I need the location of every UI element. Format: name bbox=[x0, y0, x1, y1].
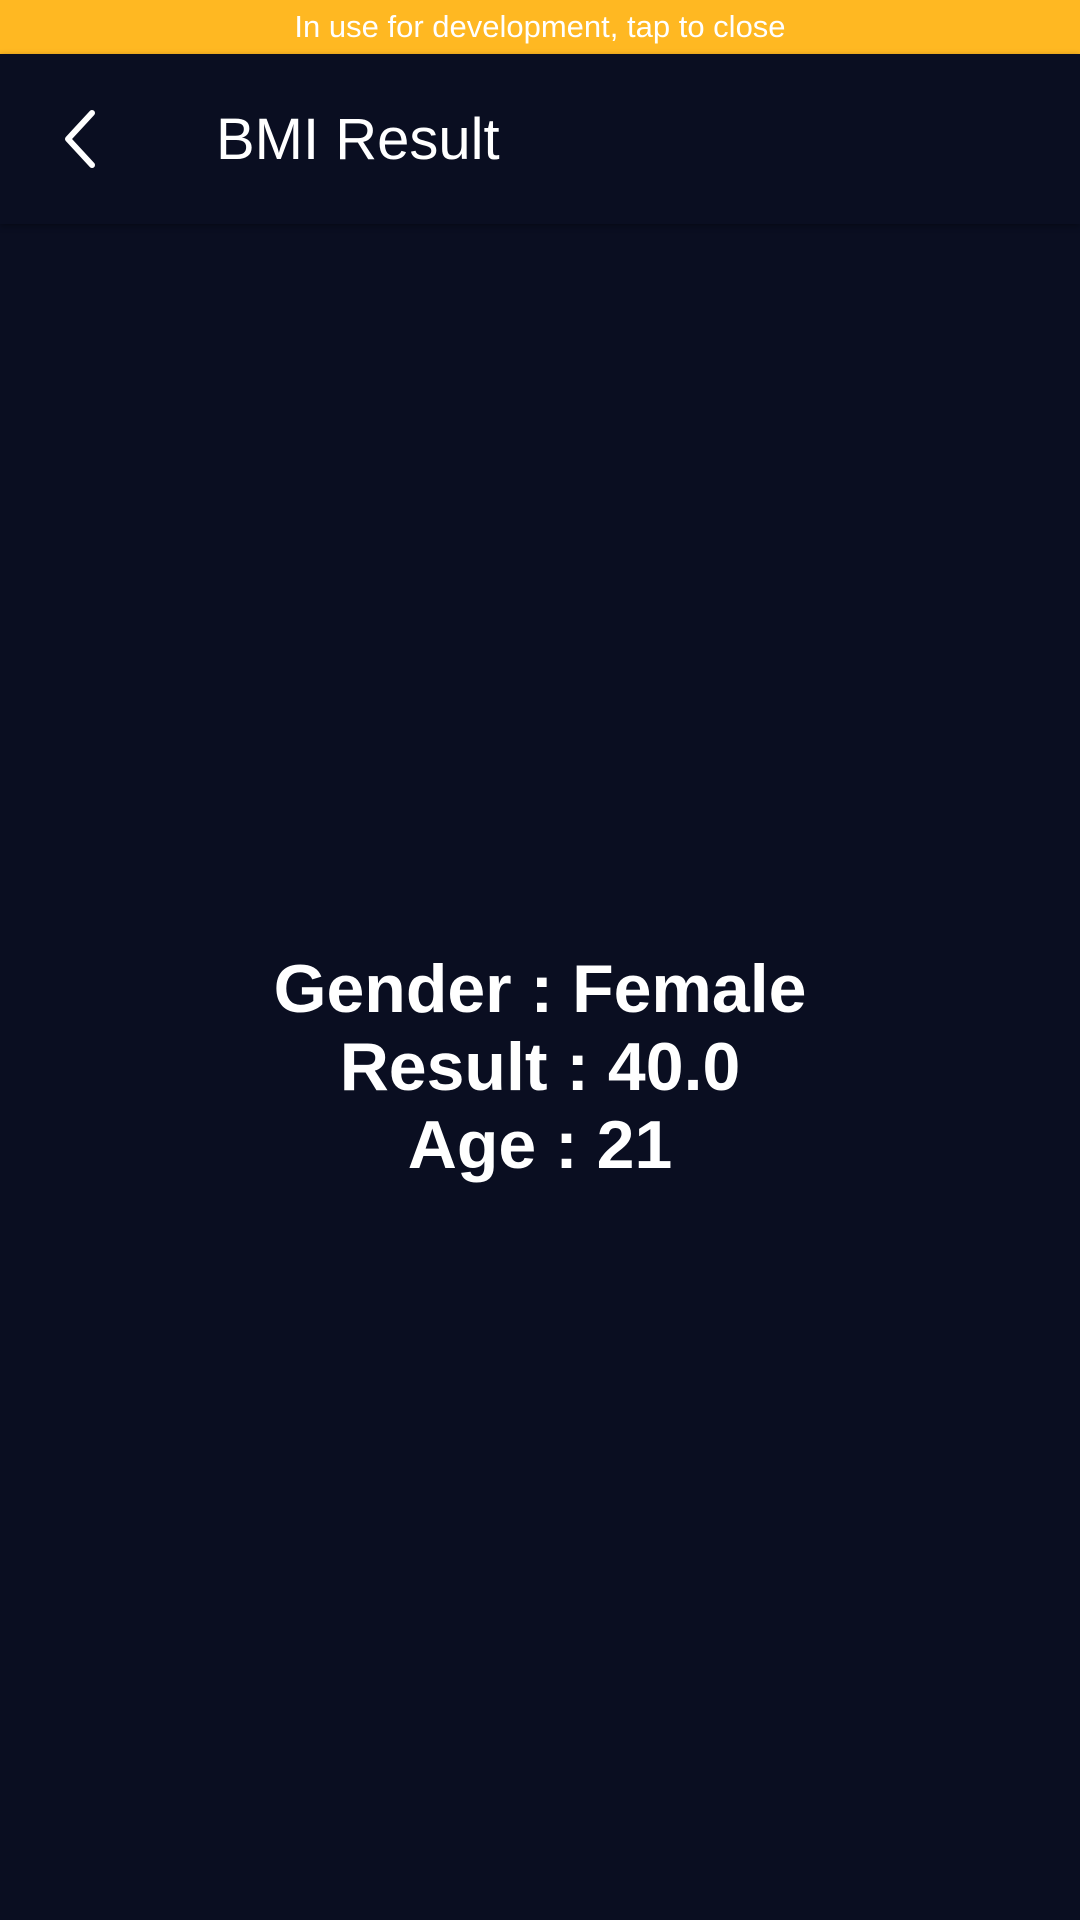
age-text: Age : 21 bbox=[407, 1107, 673, 1183]
bmi-result-summary: Gender : Female Result : 40.0 Age : 21 bbox=[0, 950, 1080, 1184]
chevron-left-icon bbox=[65, 110, 95, 168]
development-banner[interactable]: In use for development, tap to close bbox=[0, 0, 1080, 54]
back-button[interactable] bbox=[42, 97, 126, 181]
app-bar: BMI Result bbox=[0, 54, 1080, 224]
page-title: BMI Result bbox=[216, 107, 500, 172]
result-value-text: Result : 40.0 bbox=[339, 1029, 741, 1105]
gender-text: Gender : Female bbox=[273, 951, 807, 1027]
